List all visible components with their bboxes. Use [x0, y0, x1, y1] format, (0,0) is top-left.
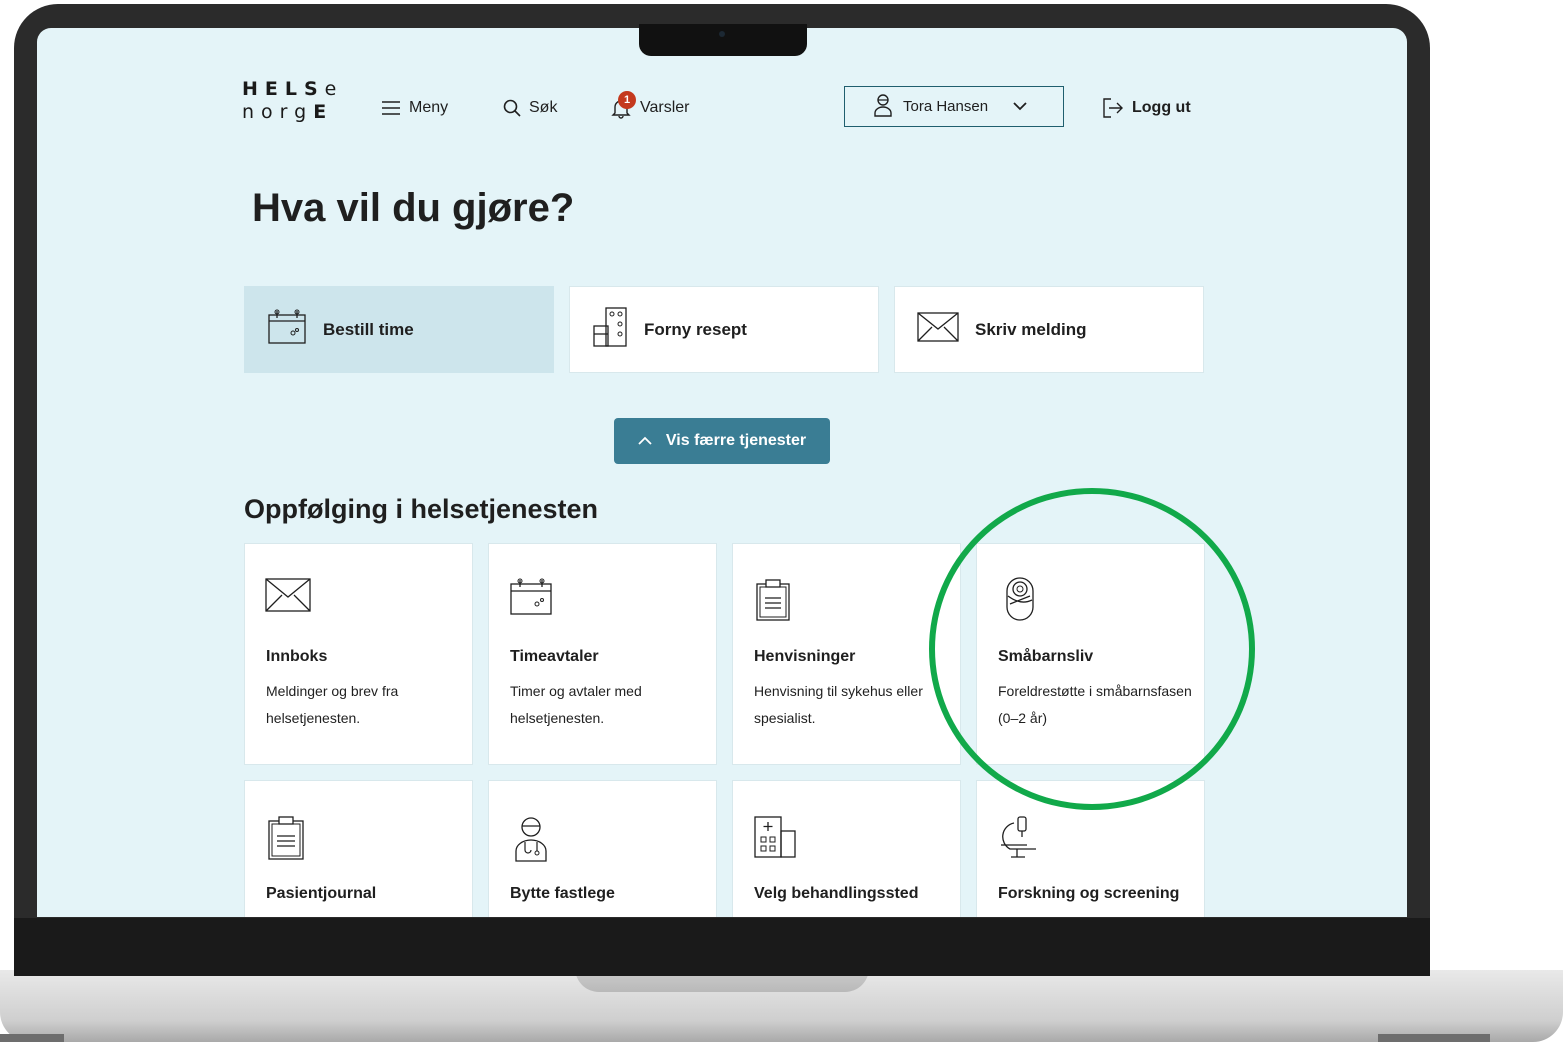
- card-title: Pasientjournal: [266, 885, 377, 902]
- user-name: Tora Hansen: [903, 98, 989, 115]
- service-card-smabarnsliv[interactable]: Småbarnsliv Foreldrestøtte i småbarnsfas…: [976, 543, 1205, 765]
- card-title: Forskning og screening: [998, 885, 1180, 902]
- chevron-up-icon: [638, 432, 652, 450]
- logout-icon: [1102, 97, 1124, 119]
- calendar-icon: [267, 309, 307, 350]
- hospital-icon: [753, 815, 797, 864]
- quick-action-bestill-time[interactable]: Bestill time: [244, 286, 554, 373]
- camera-icon: [719, 31, 725, 37]
- service-card-bytte-fastlege[interactable]: Bytte fastlege: [488, 780, 717, 917]
- menu-label: Meny: [409, 99, 449, 116]
- menu-button[interactable]: Meny: [381, 94, 448, 122]
- card-description: Henvisning til sykehus eller spesialist.: [754, 683, 923, 726]
- card-title: Timeavtaler: [510, 648, 599, 665]
- service-card-pasientjournal[interactable]: Pasientjournal: [244, 780, 473, 917]
- card-description: Meldinger og brev fra helsetjenesten.: [266, 683, 399, 726]
- logo-line-2: norgE: [242, 101, 334, 123]
- card-title: Småbarnsliv: [998, 648, 1094, 665]
- calendar-icon: [509, 578, 553, 621]
- chevron-down-icon: [1012, 98, 1028, 115]
- service-card-innboks[interactable]: Innboks Meldinger og brev fra helsetjene…: [244, 543, 473, 765]
- envelope-icon: [265, 578, 311, 617]
- hamburger-icon: [381, 100, 401, 116]
- quick-action-label: Skriv melding: [975, 319, 1087, 339]
- microscope-icon: [999, 815, 1039, 864]
- laptop-chin: [14, 918, 1430, 976]
- helsenorge-logo[interactable]: HELSe norgE: [242, 78, 343, 124]
- card-title: Henvisninger: [754, 648, 856, 665]
- logo-line-1: HELSe: [242, 78, 344, 100]
- user-menu-button[interactable]: Tora Hansen: [844, 86, 1064, 127]
- logout-button[interactable]: Logg ut: [1102, 94, 1191, 122]
- card-title: Innboks: [266, 648, 328, 665]
- envelope-icon: [917, 312, 959, 347]
- service-card-timeavtaler[interactable]: Timeavtaler Timer og avtaler med helsetj…: [488, 543, 717, 765]
- card-title: Bytte fastlege: [510, 885, 615, 902]
- laptop-foot-left: [0, 1034, 64, 1042]
- card-description: Timer og avtaler med helsetjenesten.: [510, 683, 642, 726]
- notification-count-badge: 1: [618, 91, 636, 109]
- service-card-forskning-og-screening[interactable]: Forskning og screening: [976, 780, 1205, 917]
- card-title: Velg behandlingssted: [754, 885, 919, 902]
- quick-action-label: Bestill time: [323, 319, 414, 339]
- search-label: Søk: [529, 99, 558, 116]
- show-fewer-services-button[interactable]: Vis færre tjenester: [614, 418, 830, 464]
- service-card-velg-behandlingssted[interactable]: Velg behandlingssted: [732, 780, 961, 917]
- clipboard-icon: [265, 815, 307, 866]
- card-description: Foreldrestøtte i småbarnsfasen (0–2 år): [998, 683, 1192, 726]
- baby-icon: [1003, 576, 1037, 627]
- clipboard-icon: [753, 578, 793, 627]
- service-card-henvisninger[interactable]: Henvisninger Henvisning til sykehus elle…: [732, 543, 961, 765]
- notifications-label: Varsler: [640, 99, 690, 116]
- page-title: Hva vil du gjøre?: [252, 186, 575, 230]
- search-icon: [503, 99, 521, 117]
- screen: HELSe norgE Meny Søk Varsler 1 Tora Hans…: [37, 28, 1407, 917]
- user-icon: [873, 93, 893, 121]
- camera-notch: [639, 24, 807, 56]
- logout-label: Logg ut: [1132, 99, 1191, 116]
- doctor-icon: [513, 815, 549, 868]
- search-button[interactable]: Søk: [503, 94, 557, 122]
- toggle-label: Vis færre tjenester: [665, 432, 807, 449]
- prescription-icon: [592, 306, 628, 353]
- section-heading: Oppfølging i helsetjenesten: [244, 494, 599, 524]
- quick-action-label: Forny resept: [644, 319, 747, 339]
- quick-action-skriv-melding[interactable]: Skriv melding: [894, 286, 1204, 373]
- laptop-foot-right: [1378, 1034, 1490, 1042]
- quick-action-forny-resept[interactable]: Forny resept: [569, 286, 879, 373]
